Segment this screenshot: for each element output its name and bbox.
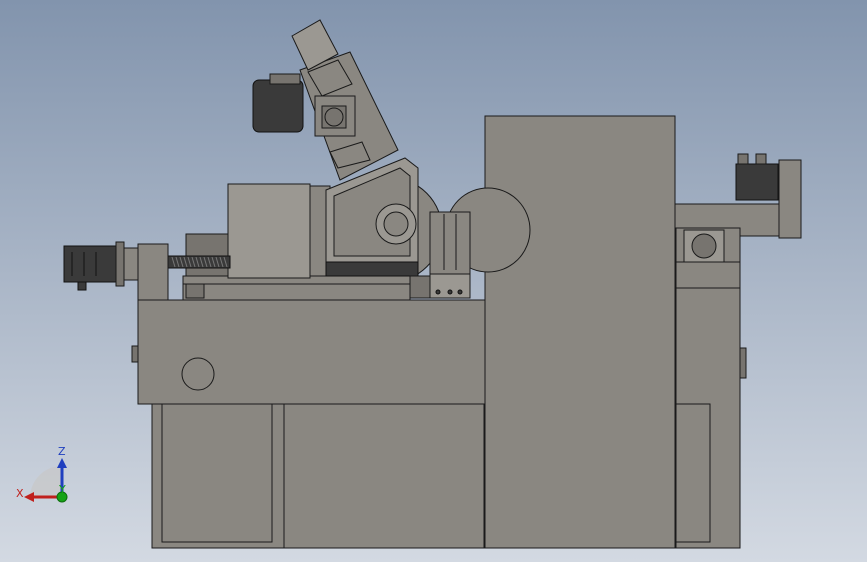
motor-coupling-bracket (137, 243, 169, 301)
center-cabinet-door (283, 403, 485, 549)
right-slide-arm (674, 153, 802, 263)
axis-label-x: X (16, 487, 24, 500)
dresser-arm (252, 19, 399, 181)
slide-end-block (185, 233, 229, 277)
left-servo-motor (63, 241, 169, 301)
dresser-motor (252, 79, 304, 133)
tall-guard-panel (484, 115, 676, 549)
round-port (181, 357, 215, 391)
grinding-machine-model[interactable]: .b { fill: #8a8781; stroke: #1a1a1a; str… (0, 0, 867, 562)
machine-base (131, 299, 486, 549)
coordinate-triad: Z X Y (16, 445, 68, 503)
side-fitting-left (131, 345, 139, 363)
lead-screw (167, 255, 231, 269)
side-fitting-right (739, 347, 747, 379)
slide-housing (227, 183, 311, 279)
left-cabinet-door (161, 403, 273, 543)
axis-label-y: Y (58, 483, 66, 496)
right-cabinet (675, 261, 747, 549)
cad-viewport[interactable]: .b { fill: #8a8781; stroke: #1a1a1a; str… (0, 0, 867, 562)
axis-label-z: Z (58, 445, 66, 458)
right-servo-motor (735, 163, 779, 201)
